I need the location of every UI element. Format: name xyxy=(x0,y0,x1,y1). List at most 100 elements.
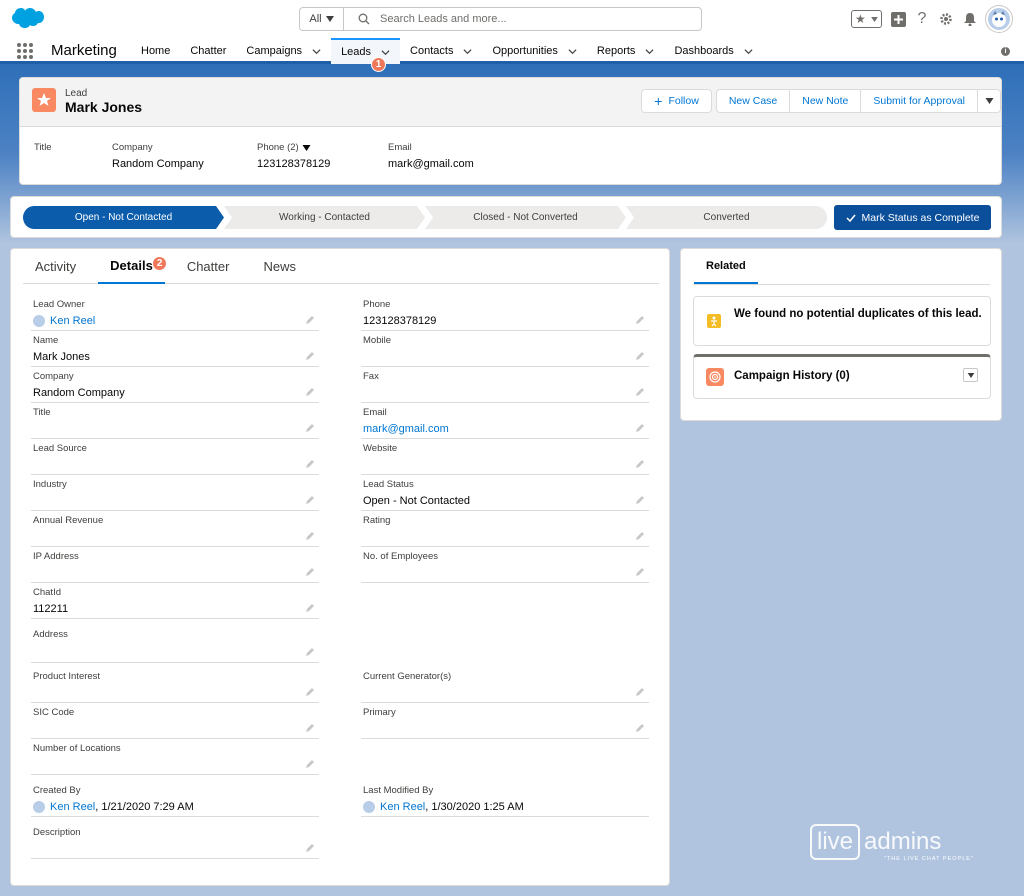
setup-gear-icon[interactable] xyxy=(938,11,954,27)
tab-chatter[interactable]: Chatter xyxy=(175,249,242,284)
new-note-button[interactable]: New Note xyxy=(790,89,862,113)
caret-down-icon[interactable] xyxy=(302,144,311,151)
edit-pencil-icon[interactable] xyxy=(635,351,645,361)
nav-item-dashboards[interactable]: Dashboards xyxy=(664,38,762,64)
global-actions-add-icon[interactable] xyxy=(890,11,906,27)
new-case-button[interactable]: New Case xyxy=(715,89,791,113)
edit-pencil-icon[interactable] xyxy=(305,687,315,697)
change-owner-icon[interactable] xyxy=(305,315,315,325)
notifications-bell-icon[interactable] xyxy=(962,11,978,27)
user-link[interactable]: Ken Reel xyxy=(50,315,95,327)
field-label: Current Generator(s) xyxy=(363,671,452,682)
mark-status-label: Mark Status as Complete xyxy=(861,211,980,224)
edit-pencil-icon[interactable] xyxy=(305,351,315,361)
email-link[interactable]: mark@gmail.com xyxy=(363,423,449,435)
field-no-of-employees: No. of Employees xyxy=(361,551,649,583)
new-case-label: New Case xyxy=(728,95,778,107)
edit-pencil-icon[interactable] xyxy=(635,723,645,733)
edit-pencil-icon[interactable] xyxy=(305,567,315,577)
follow-button[interactable]: + Follow xyxy=(641,89,712,113)
help-icon[interactable]: ? xyxy=(914,10,930,27)
edit-pencil-icon[interactable] xyxy=(305,603,315,613)
field-label: Created By xyxy=(33,785,81,796)
user-link[interactable]: Ken Reel xyxy=(380,801,425,813)
field-text: 112211 xyxy=(33,603,69,615)
highlight-label[interactable]: Phone (2) xyxy=(257,142,388,153)
tab-news[interactable]: News xyxy=(251,249,308,284)
field-value: Mark Jones xyxy=(33,351,90,363)
nav-item-reports[interactable]: Reports xyxy=(587,38,665,64)
nav-item-chatter[interactable]: Chatter xyxy=(180,38,236,64)
field-product-interest: Product Interest xyxy=(31,671,319,703)
more-actions-button[interactable] xyxy=(978,89,1001,113)
nav-item-campaigns[interactable]: Campaigns xyxy=(236,38,331,64)
edit-pencil-icon[interactable] xyxy=(635,387,645,397)
nav-item-leads[interactable]: Leads 1 xyxy=(331,38,401,72)
tab-details[interactable]: Details 2 xyxy=(98,249,168,284)
edit-pencil-icon[interactable] xyxy=(305,495,315,505)
path-step-working-contacted[interactable]: Working - Contacted xyxy=(224,206,425,229)
app-launcher-icon[interactable] xyxy=(17,43,33,59)
chevron-down-icon[interactable] xyxy=(744,47,753,56)
tab-activity[interactable]: Activity xyxy=(23,249,88,284)
field-label: SIC Code xyxy=(33,707,75,718)
chevron-down-icon[interactable] xyxy=(312,47,321,56)
tab-related[interactable]: Related xyxy=(694,249,758,284)
highlight-label: Title xyxy=(34,142,52,153)
chevron-down-icon[interactable] xyxy=(645,47,654,56)
highlight-value: Random Company xyxy=(112,158,204,170)
path-step-open-not-contacted[interactable]: Open - Not Contacted xyxy=(23,206,224,229)
user-link[interactable]: Ken Reel xyxy=(50,801,95,813)
field-annual-revenue: Annual Revenue xyxy=(31,515,319,547)
edit-pencil-icon[interactable] xyxy=(305,531,315,541)
edit-pencil-icon[interactable] xyxy=(305,423,315,433)
email-link[interactable]: mark@gmail.com xyxy=(388,158,538,170)
nav-item-contacts[interactable]: Contacts xyxy=(400,38,482,64)
global-search[interactable]: All Search Leads and more... xyxy=(299,7,702,31)
edit-pencil-icon[interactable] xyxy=(305,387,315,397)
submit-for-approval-button[interactable]: Submit for Approval xyxy=(861,89,978,113)
chevron-down-icon[interactable] xyxy=(568,47,577,56)
nav-item-opportunities[interactable]: Opportunities xyxy=(482,38,586,64)
favorites-button[interactable]: ★ xyxy=(851,10,882,28)
edit-pencil-icon[interactable] xyxy=(305,459,315,469)
edit-pencil-icon[interactable] xyxy=(635,423,645,433)
nav-item-home[interactable]: Home xyxy=(131,38,180,64)
record-tabs: Activity Details 2 Chatter News xyxy=(23,249,659,284)
mark-status-complete-button[interactable]: Mark Status as Complete xyxy=(834,205,991,230)
search-scope-dropdown[interactable]: All xyxy=(300,8,344,30)
edit-pencil-icon[interactable] xyxy=(305,723,315,733)
edit-pencil-icon[interactable] xyxy=(635,687,645,697)
highlight-phone: Phone (2) 123128378129 xyxy=(257,142,388,170)
edit-pencil-icon[interactable] xyxy=(635,495,645,505)
field-value: Open - Not Contacted xyxy=(363,495,470,507)
watermark-live: live xyxy=(810,824,861,860)
campaign-history-menu-button[interactable] xyxy=(963,368,978,382)
duplicate-check-card: We found no potential duplicates of this… xyxy=(693,296,991,346)
record-header: Lead Mark Jones + Follow New Case New No… xyxy=(19,77,1002,185)
edit-pencil-icon[interactable] xyxy=(635,531,645,541)
chevron-down-icon[interactable] xyxy=(381,48,390,57)
edit-pencil-icon[interactable] xyxy=(635,567,645,577)
app-navigation-bar: Marketing Home Chatter Campaigns Leads 1… xyxy=(0,38,1024,72)
edit-pencil-icon[interactable] xyxy=(305,843,315,853)
field-lead-status: Lead Status Open - Not Contacted xyxy=(361,479,649,511)
search-input[interactable]: Search Leads and more... xyxy=(380,13,507,25)
edit-pencil-icon[interactable] xyxy=(305,759,315,769)
field-label: Name xyxy=(33,335,59,346)
chevron-down-icon[interactable] xyxy=(463,47,472,56)
campaign-history-title[interactable]: Campaign History (0) xyxy=(734,370,850,382)
caret-down-icon xyxy=(967,372,974,378)
path-step-converted[interactable]: Converted xyxy=(626,206,827,229)
salesforce-logo-icon[interactable] xyxy=(12,8,44,30)
path-step-closed-not-converted[interactable]: Closed - Not Converted xyxy=(425,206,626,229)
edit-pencil-icon[interactable] xyxy=(305,647,315,657)
info-icon[interactable]: i xyxy=(1001,47,1010,56)
search-scope-label: All xyxy=(309,13,322,25)
user-avatar[interactable] xyxy=(986,6,1012,32)
edit-pencil-icon[interactable] xyxy=(635,459,645,469)
edit-pencil-icon[interactable] xyxy=(635,315,645,325)
field-sic-code: SIC Code xyxy=(31,707,319,739)
field-value: Ken Reel, 1/30/2020 1:25 AM xyxy=(363,801,524,813)
caret-down-icon xyxy=(871,16,878,22)
